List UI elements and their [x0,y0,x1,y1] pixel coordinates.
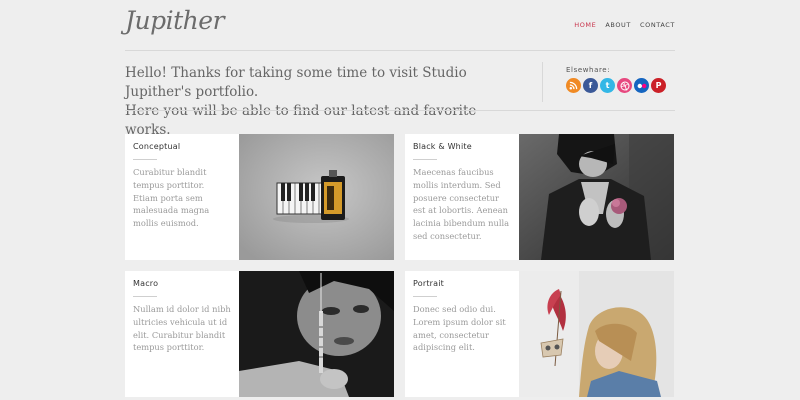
portfolio-card-conceptual[interactable]: Conceptual Curabitur blandit tempus port… [125,134,394,260]
elsewhere-title: Elsewhare: [566,66,611,74]
social-icons: f t P [566,78,666,93]
card-photo-black-white[interactable] [519,134,674,260]
twitter-icon[interactable]: t [600,78,615,93]
title-underline [133,296,157,297]
card-description: Curabitur blandit tempus porttitor. Etia… [133,167,210,229]
main-nav: HOME ABOUT CONTACT [574,21,675,29]
flickr-icon[interactable] [634,78,649,93]
card-title[interactable]: Portrait [413,279,511,288]
intro-divider [125,110,675,111]
portfolio-card-portrait[interactable]: Portrait Donec sed odio dui. Lorem ipsum… [405,271,674,397]
header-divider [125,50,675,51]
card-text: Macro Nullam id dolor id nibh ultricies … [125,271,239,397]
card-description: Nullam id dolor id nibh ultricies vehicu… [133,304,231,353]
rss-icon[interactable] [566,78,581,93]
nav-home[interactable]: HOME [574,21,596,29]
dribbble-icon[interactable] [617,78,632,93]
card-description: Maecenas faucibus mollis interdum. Sed p… [413,167,510,241]
title-underline [413,159,437,160]
title-underline [133,159,157,160]
title-underline [413,296,437,297]
intro-text: Hello! Thanks for taking some time to vi… [125,64,520,140]
card-photo-conceptual[interactable] [239,134,394,260]
social-links: Elsewhare: f t P [566,66,666,93]
card-description: Donec sed odio dui. Lorem ipsum dolor si… [413,304,506,353]
intro-line-1: Hello! Thanks for taking some time to vi… [125,65,467,100]
facebook-icon[interactable]: f [583,78,598,93]
card-title[interactable]: Conceptual [133,142,231,151]
vertical-divider [542,62,543,102]
site-logo[interactable]: Jupither [125,6,225,35]
card-photo-portrait[interactable] [519,271,674,397]
card-photo-macro[interactable] [239,271,394,397]
portfolio-card-black-white[interactable]: Black & White Maecenas faucibus mollis i… [405,134,674,260]
pinterest-icon[interactable]: P [651,78,666,93]
card-text: Black & White Maecenas faucibus mollis i… [405,134,519,260]
nav-contact[interactable]: CONTACT [640,21,675,29]
card-title[interactable]: Macro [133,279,231,288]
nav-about[interactable]: ABOUT [605,21,631,29]
card-text: Conceptual Curabitur blandit tempus port… [125,134,239,260]
card-text: Portrait Donec sed odio dui. Lorem ipsum… [405,271,519,397]
card-title[interactable]: Black & White [413,142,511,151]
portfolio-card-macro[interactable]: Macro Nullam id dolor id nibh ultricies … [125,271,394,397]
